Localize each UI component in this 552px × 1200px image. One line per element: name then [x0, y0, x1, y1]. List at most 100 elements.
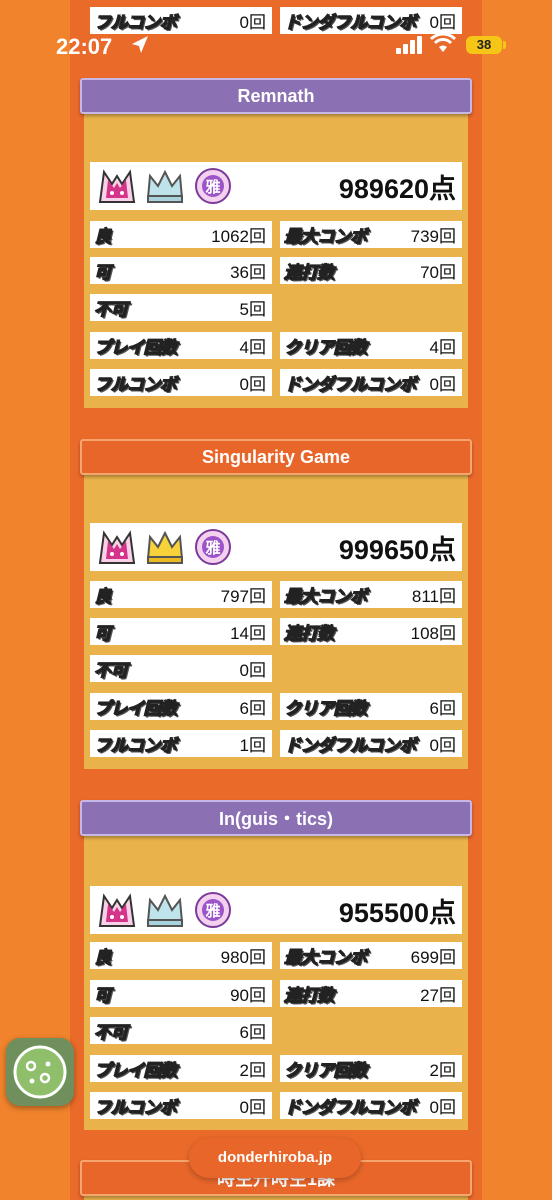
stat-value: 90回	[230, 986, 266, 1005]
stat-ryo: 良 1062回	[90, 221, 272, 248]
stat-value: 6回	[429, 699, 456, 718]
stat-fuka: 不可 0回	[90, 655, 272, 682]
battery-tip	[503, 41, 506, 49]
stat-play-count: プレイ回数 6回	[90, 693, 272, 720]
stat-label: 連打数	[284, 986, 335, 1006]
stat-clear-count: クリア回数 4回	[280, 332, 462, 359]
stat-label: 最大コンボ	[284, 948, 368, 968]
stat-value: 36回	[230, 263, 266, 282]
stat-ka: 可 90回	[90, 980, 272, 1007]
stat-value: 739回	[410, 227, 456, 246]
stat-value: 0回	[429, 1098, 456, 1117]
stat-label: 可	[94, 263, 112, 283]
stat-label: プレイ回数	[94, 1061, 178, 1081]
song-title: Singularity Game	[201, 446, 351, 467]
score-row: 雅 955500点	[90, 886, 462, 934]
svg-text:雅: 雅	[204, 178, 220, 196]
stat-label: プレイ回数	[94, 699, 178, 719]
stat-donder-full-combo: ドンダフルコンボ 0回	[280, 730, 462, 757]
svg-text:雅: 雅	[204, 539, 220, 557]
stat-value: 108回	[410, 624, 456, 643]
stat-clear-count: クリア回数 2回	[280, 1055, 462, 1082]
stat-value: 1062回	[211, 227, 266, 246]
stat-fuka: 不可 6回	[90, 1017, 272, 1044]
stat-ka: 可 36回	[90, 257, 272, 284]
stat-clear-count: クリア回数 6回	[280, 693, 462, 720]
stat-value: 2回	[429, 1061, 456, 1080]
stat-label: フルコンボ	[93, 375, 177, 395]
stat-renda: 連打数 70回	[280, 257, 462, 284]
cookie-icon	[13, 1045, 67, 1099]
cellular-signal-icon	[396, 36, 424, 59]
stat-renda: 連打数 27回	[280, 980, 462, 1007]
stat-value: 797回	[220, 587, 266, 606]
stat-label: ドンダフルコンボ	[284, 736, 417, 756]
stat-label: クリア回数	[284, 1061, 368, 1081]
stat-value: 6回	[239, 699, 266, 718]
stat-play-count: プレイ回数 2回	[90, 1055, 272, 1082]
stat-label: クリア回数	[284, 338, 368, 358]
stat-value: 0回	[239, 375, 266, 394]
stat-value: 70回	[420, 263, 456, 282]
stat-label: ドンダフルコンボ	[284, 1098, 417, 1118]
stat-play-count: プレイ回数 4回	[90, 332, 272, 359]
stat-donder-full-combo: ドンダフルコンボ 0回	[280, 369, 462, 396]
stat-value: 0回	[239, 661, 266, 680]
gold-crown-icon	[146, 530, 184, 564]
stat-full-combo: フルコンボ 1回	[90, 730, 272, 757]
stat-label: ドンダフルコンボ	[284, 375, 417, 395]
score-value: 989620点	[338, 173, 456, 204]
stat-label: 良	[94, 587, 112, 607]
stat-label: 可	[94, 624, 112, 644]
stat-label: フルコンボ	[93, 1098, 177, 1118]
stat-label: 連打数	[284, 624, 335, 644]
stat-donder-full-combo: ドンダフルコンボ 0回	[280, 1092, 462, 1119]
stat-value: 699回	[410, 948, 456, 967]
stat-value: 14回	[230, 624, 266, 643]
song-title: In(guis・tics)	[218, 809, 333, 829]
silver-crown-icon	[146, 169, 184, 203]
stat-label: 最大コンボ	[284, 587, 368, 607]
stat-full-combo: フルコンボ 0回	[90, 369, 272, 396]
stat-label: フルコンボ	[93, 736, 177, 756]
score-row: 雅 989620点	[90, 162, 462, 210]
score-value: 955500点	[338, 897, 456, 928]
stat-label: 可	[94, 986, 112, 1006]
location-arrow-icon	[130, 34, 150, 61]
stat-ryo: 良 797回	[90, 581, 272, 608]
score-value: 999650点	[338, 534, 456, 565]
stat-value: 4回	[429, 338, 456, 357]
stat-max-combo: 最大コンボ 699回	[280, 942, 462, 969]
song-title-bar[interactable]: In(guis・tics)	[80, 800, 472, 836]
url-pill[interactable]: donderhiroba.jp	[189, 1138, 361, 1178]
stat-value: 4回	[239, 338, 266, 357]
stat-value: 980回	[220, 948, 266, 967]
oni-difficulty-icon	[98, 169, 136, 203]
stat-value: 2回	[239, 1061, 266, 1080]
cookie-settings-button[interactable]	[6, 1038, 74, 1106]
stat-label: 良	[94, 227, 112, 247]
stat-max-combo: 最大コンボ 811回	[280, 581, 462, 608]
stat-label: プレイ回数	[94, 338, 178, 358]
oni-difficulty-icon	[98, 530, 136, 564]
stat-value: 0回	[429, 375, 456, 394]
silver-crown-icon	[146, 893, 184, 927]
score-row: 雅 999650点	[90, 523, 462, 571]
miyabi-rank-icon: 雅	[195, 892, 231, 928]
stat-fuka: 不可 5回	[90, 294, 272, 321]
miyabi-rank-icon: 雅	[195, 168, 231, 204]
stat-value: 0回	[429, 736, 456, 755]
song-title-bar[interactable]: Singularity Game	[80, 439, 472, 475]
wifi-icon	[429, 32, 457, 59]
stat-value: 27回	[420, 986, 456, 1005]
stat-value: 1回	[239, 736, 266, 755]
stat-label: 連打数	[284, 263, 335, 283]
stat-label: 不可	[94, 661, 129, 681]
stat-label: 良	[94, 948, 112, 968]
stat-value: 6回	[239, 1023, 266, 1042]
stat-ka: 可 14回	[90, 618, 272, 645]
battery-indicator: 38	[466, 36, 502, 54]
stat-label: 不可	[94, 300, 129, 320]
stat-value: 5回	[239, 300, 266, 319]
status-bar: 22:07 38	[0, 0, 552, 90]
